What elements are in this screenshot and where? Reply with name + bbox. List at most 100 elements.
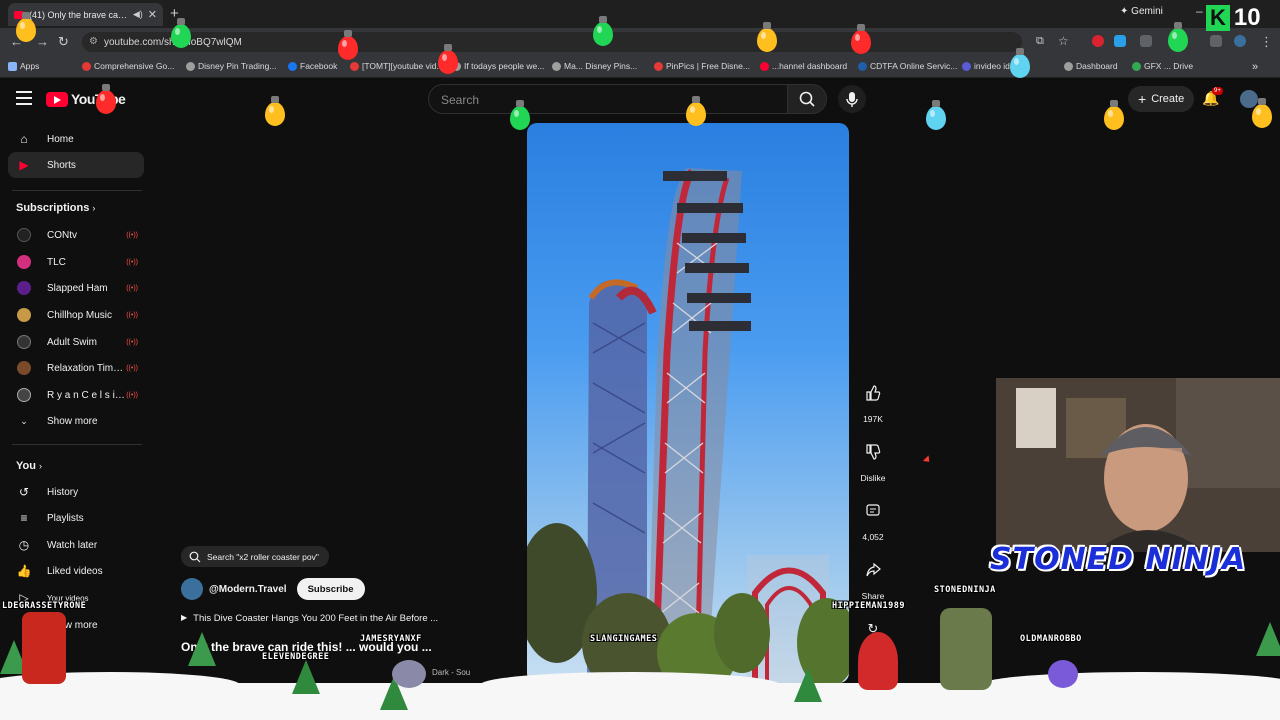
more-bookmarks-icon[interactable]: » — [1252, 61, 1258, 73]
sidebar-item-watch-later[interactable]: ◷ Watch later — [8, 532, 144, 558]
bookmark-item[interactable]: Facebook — [288, 61, 337, 71]
like-count: 197K — [863, 414, 883, 424]
channel-label: Relaxation Time ... — [47, 362, 127, 374]
christmas-light-icon — [1168, 22, 1188, 52]
sidebar-channel-item[interactable]: R y a n C e l s i u ... ((•)) — [8, 382, 144, 408]
pinpics-icon — [654, 61, 663, 71]
channel-avatar — [17, 281, 31, 295]
short-title-row[interactable]: ▶ This Dive Coaster Hangs You 200 Feet i… — [181, 613, 438, 624]
bookmark-item[interactable]: Ma... Disney Pins... — [552, 61, 637, 71]
viewer-avatar-ironman — [22, 612, 66, 684]
short-video-player[interactable] — [527, 123, 849, 683]
sidebar-channel-item[interactable]: Slapped Ham ((•)) — [8, 275, 144, 301]
bookmark-label: PinPics | Free Disne... — [666, 61, 750, 71]
youtube-play-icon — [46, 91, 68, 107]
sidebar-item-liked-videos[interactable]: 👍 Liked videos — [8, 558, 144, 584]
bookmark-item[interactable]: [TOMT][youtube vid... — [350, 61, 444, 71]
channel-name[interactable]: @Modern.Travel — [209, 584, 287, 595]
sidebar-channel-item[interactable]: Chillhop Music ((•)) — [8, 302, 144, 328]
profile-icon[interactable] — [1234, 35, 1246, 47]
reload-icon[interactable]: ↻ — [58, 34, 69, 50]
pine-tree-icon — [188, 632, 216, 666]
bookmark-item[interactable]: CDTFA Online Servic... — [858, 61, 957, 71]
snow-ground — [0, 683, 1280, 720]
sidebar-item-home[interactable]: ⌂ Home — [8, 126, 144, 152]
hamburger-menu-icon[interactable] — [16, 91, 32, 105]
chevron-right-icon: › — [92, 203, 96, 213]
comments-button[interactable]: 4,052 — [858, 496, 888, 542]
install-icon[interactable]: ⧉ — [1036, 35, 1044, 48]
christmas-light-icon — [1104, 100, 1124, 130]
minimize-icon[interactable]: – — [1196, 4, 1203, 18]
subscriptions-heading[interactable]: Subscriptions › — [16, 202, 95, 214]
voice-search-button[interactable] — [838, 85, 866, 113]
bookmark-item[interactable]: Comprehensive Go... — [82, 61, 174, 71]
channel-avatar — [17, 228, 31, 242]
extension-icon[interactable] — [1092, 35, 1104, 47]
you-heading[interactable]: You › — [16, 460, 42, 472]
bookmark-item[interactable]: Apps — [8, 61, 39, 71]
bookmark-item[interactable]: Dashboard — [1064, 61, 1118, 71]
site-info-icon[interactable]: ⚙ — [89, 36, 98, 47]
live-indicator-icon: ((•)) — [126, 364, 138, 372]
bookmark-label: ...hannel dashboard — [772, 61, 848, 71]
short-sound-text[interactable]: Dark - Sou — [432, 668, 470, 677]
channel-avatar — [17, 361, 31, 375]
search-icon — [799, 91, 815, 107]
bookmark-item[interactable]: ...hannel dashboard — [760, 61, 847, 71]
live-indicator-icon: ((•)) — [126, 258, 138, 266]
tab-close-icon[interactable]: ✕ — [148, 8, 157, 21]
sidebar-channel-item[interactable]: Adult Swim ((•)) — [8, 329, 144, 355]
channel-avatar — [17, 335, 31, 349]
youtube-studio-icon — [760, 61, 769, 71]
youtube-header: YouTube Search + Create 🔔 9+ — [0, 78, 1280, 122]
channel-avatar — [17, 308, 31, 322]
bookmark-item[interactable]: GFX ... Drive — [1132, 61, 1193, 71]
share-button[interactable]: Share — [858, 555, 888, 601]
divider — [12, 444, 142, 445]
menu-icon[interactable] — [1210, 35, 1222, 47]
extensions-puzzle-icon[interactable] — [1140, 35, 1152, 47]
related-search-chip[interactable]: Search "x2 roller coaster pov" — [181, 546, 329, 567]
sidebar-channel-item[interactable]: CONtv ((•)) — [8, 222, 144, 248]
sidebar-channel-item[interactable]: Relaxation Time ... ((•)) — [8, 355, 144, 381]
bookmark-label: [TOMT][youtube vid... — [362, 61, 444, 71]
search-input[interactable]: Search — [428, 84, 788, 114]
extension-icon[interactable] — [1114, 35, 1126, 47]
gemini-button[interactable]: ✦ Gemini — [1120, 6, 1163, 17]
bookmark-star-icon[interactable]: ☆ — [1058, 34, 1069, 48]
bookmark-item[interactable]: If todays people we... — [452, 61, 544, 71]
roller-coaster-image — [527, 168, 849, 683]
sidebar-item-playlists[interactable]: ≡ Playlists — [8, 505, 144, 531]
sidebar-item-label: Liked videos — [47, 565, 103, 577]
bookmark-favicon-icon — [350, 61, 359, 71]
subscriptions-label: Subscriptions — [16, 202, 90, 214]
sidebar-channel-item[interactable]: TLC ((•)) — [8, 249, 144, 275]
channel-avatar[interactable] — [181, 578, 203, 600]
show-more-button[interactable]: ⌄ Show more — [8, 408, 144, 434]
bookmark-item[interactable]: invideo id... — [962, 61, 1017, 71]
create-label: Create — [1151, 93, 1185, 105]
mute-icon[interactable]: ◀) — [133, 9, 143, 20]
subscribe-button[interactable]: Subscribe — [296, 578, 365, 600]
sidebar-item-shorts[interactable]: ▶ Shorts — [8, 152, 144, 178]
gemini-label: Gemini — [1131, 6, 1163, 17]
facebook-icon — [288, 61, 297, 71]
bookmark-item[interactable]: Disney Pin Trading... — [186, 61, 276, 71]
more-icon[interactable]: ⋮ — [1260, 34, 1273, 50]
comment-count: 4,052 — [862, 532, 884, 542]
sidebar-item-history[interactable]: ↺ History — [8, 479, 144, 505]
dislike-button[interactable]: Dislike — [858, 437, 888, 483]
live-indicator-icon: ((•)) — [126, 338, 138, 346]
forward-icon[interactable]: → — [36, 34, 49, 49]
bookmark-label: If todays people we... — [464, 61, 545, 71]
account-avatar[interactable] — [1240, 90, 1258, 108]
search-button[interactable] — [787, 84, 827, 114]
dislike-label: Dislike — [860, 473, 886, 483]
bookmark-item[interactable]: PinPics | Free Disne... — [654, 61, 750, 71]
like-button[interactable]: 197K — [858, 378, 888, 424]
channel-label: TLC — [47, 256, 66, 268]
viewer-name: STONEDNINJA — [934, 585, 996, 595]
address-bar[interactable]: ⚙ youtube.com/sh...0ioBQ7wlQM — [82, 32, 1022, 52]
create-button[interactable]: + Create — [1128, 86, 1195, 112]
